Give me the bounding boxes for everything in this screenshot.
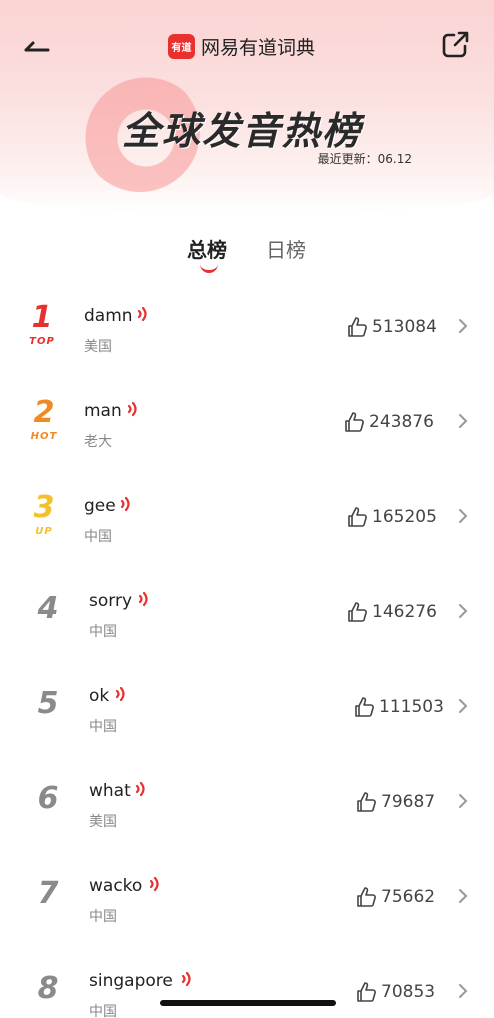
like-count: 79687 [381,792,436,812]
region-label: 中国 [89,909,117,925]
thumbs-up-icon [355,697,374,717]
like-group[interactable]: 165205 [346,506,437,528]
word-label: sorry [89,591,132,611]
pronunciation-icon[interactable] [180,969,194,989]
region-label: 中国 [89,719,117,735]
chevron-right-icon [459,604,468,618]
active-tab-indicator [200,264,218,273]
chevron-right-icon [459,509,468,523]
like-count: 70853 [381,982,436,1002]
share-icon [442,31,469,58]
list-item[interactable]: 2 HOT man 老大 243876 [0,375,494,469]
rank-number: 2 [33,395,55,430]
list-item[interactable]: 8 singapore 中国 70853 [0,945,494,1018]
pronunciation-icon[interactable] [119,494,133,514]
tab-total[interactable]: 总榜 [187,234,227,263]
word-label: wacko [89,876,143,896]
rank-number: 1 [31,300,53,335]
tab-daily[interactable]: 日榜 [266,234,306,263]
like-count: 243876 [369,412,434,432]
thumbs-up-icon [348,602,367,622]
list-item[interactable]: 5 ok 中国 111503 [0,660,494,754]
like-count: 165205 [372,507,437,527]
region-label: 中国 [84,529,112,545]
share-button[interactable] [440,30,472,60]
list-item[interactable]: 7 wacko 中国 75662 [0,850,494,944]
pronunciation-icon[interactable] [137,589,151,609]
page-title: 全球发音热榜 [122,109,363,153]
thumbs-up-icon [357,982,376,1002]
pronunciation-icon[interactable] [136,304,150,324]
word-label: what [89,781,131,801]
app-title: 网易有道词典 [201,36,316,59]
top-bar: 有道 网易有道词典 [0,24,494,68]
chevron-right-icon [459,794,468,808]
pronunciation-icon[interactable] [114,684,128,704]
list-item[interactable]: 6 what 美国 79687 [0,755,494,849]
thumbs-up-icon [348,317,367,337]
chevron-right-icon [459,984,468,998]
region-label: 老大 [84,434,112,450]
like-count: 75662 [381,887,436,907]
region-label: 美国 [89,814,117,830]
chevron-right-icon [459,699,468,713]
like-count: 146276 [372,602,437,622]
like-group[interactable]: 79687 [355,791,435,813]
word-label: ok [89,686,110,706]
rank-tag: TOP [29,336,55,347]
back-arrow-icon [24,41,50,52]
thumbs-up-icon [345,412,364,432]
word-label: man [84,401,122,421]
rank-tag: HOT [30,431,58,442]
word-label: damn [84,306,133,326]
rank-number: 8 [37,971,59,1006]
like-count: 513084 [372,317,437,337]
last-updated: 最近更新：06.12 [317,152,412,166]
pronunciation-icon[interactable] [148,874,162,894]
pronunciation-icon[interactable] [126,399,140,419]
like-count: 111503 [379,697,444,717]
chevron-right-icon [459,889,468,903]
region-label: 中国 [89,1004,117,1018]
word-label: singapore [89,971,173,991]
like-group[interactable]: 146276 [346,601,437,623]
list-item[interactable]: 1 TOP damn 美国 513084 [0,280,494,374]
brand: 有道 网易有道词典 [168,32,315,60]
rank-number: 4 [37,591,59,626]
thumbs-up-icon [348,507,367,527]
rank-number: 3 [33,490,55,525]
word-label: gee [84,496,116,516]
pronunciation-icon[interactable] [134,779,148,799]
like-group[interactable]: 111503 [353,696,444,718]
back-button[interactable] [22,32,54,60]
home-indicator[interactable] [160,1000,336,1006]
region-label: 美国 [84,339,112,355]
rank-tag: UP [35,526,53,537]
like-group[interactable]: 70853 [355,981,435,1003]
like-group[interactable]: 75662 [355,886,435,908]
like-group[interactable]: 243876 [343,411,434,433]
rank-number: 7 [37,876,59,911]
brand-logo: 有道 [168,33,195,59]
region-label: 中国 [89,624,117,640]
like-group[interactable]: 513084 [346,316,437,338]
rank-number: 6 [37,781,59,816]
ranking-tabs: 总榜 日榜 [0,230,494,280]
list-item[interactable]: 3 UP gee 中国 165205 [0,470,494,564]
thumbs-up-icon [357,887,376,907]
rank-number: 5 [37,686,59,721]
chevron-right-icon [459,319,468,333]
thumbs-up-icon [357,792,376,812]
list-item[interactable]: 4 sorry 中国 146276 [0,565,494,659]
chevron-right-icon [459,414,468,428]
